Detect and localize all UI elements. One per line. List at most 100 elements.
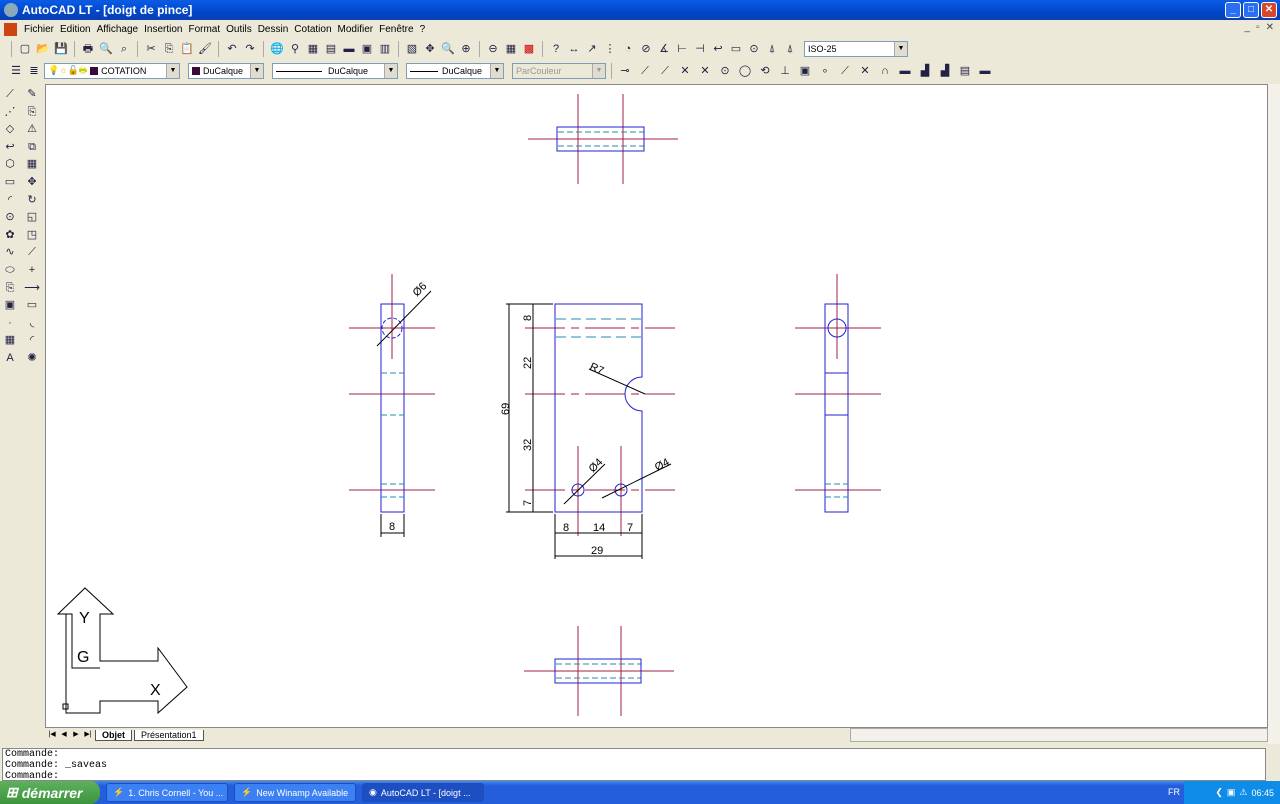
layer-icon[interactable]: ▬ bbox=[341, 41, 357, 57]
dim-baseline-icon[interactable]: ∡ bbox=[656, 41, 672, 57]
palette-icon[interactable]: ▦ bbox=[503, 41, 519, 57]
none-icon[interactable]: ✕ bbox=[857, 63, 873, 79]
qdim-icon[interactable]: ▬ bbox=[897, 63, 913, 79]
menu-fichier[interactable]: Fichier bbox=[21, 24, 57, 35]
dim-diameter-icon[interactable]: ◔ bbox=[620, 41, 636, 57]
doc-minimize-button[interactable]: _ bbox=[1245, 22, 1251, 33]
start-button[interactable]: ⊞ démarrer bbox=[0, 781, 100, 804]
menu-affichage[interactable]: Affichage bbox=[94, 24, 142, 35]
pan-icon[interactable]: ▧ bbox=[404, 41, 420, 57]
osnap-settings-icon[interactable]: ∩ bbox=[877, 63, 893, 79]
block-icon[interactable]: ▦ bbox=[305, 41, 321, 57]
task-winamp-song[interactable]: ⚡ 1. Chris Cornell - You ... bbox=[106, 783, 228, 802]
snap-from-icon[interactable]: ⊸ bbox=[617, 63, 633, 79]
paste-icon[interactable]: 📋 bbox=[179, 41, 195, 57]
arc-icon[interactable]: ▭ bbox=[2, 174, 18, 190]
array-icon[interactable]: ▦ bbox=[24, 156, 40, 172]
design-center-icon[interactable]: ▥ bbox=[377, 41, 393, 57]
zoom-prev-icon[interactable]: ⊕ bbox=[458, 41, 474, 57]
quadrant-icon[interactable]: ◯ bbox=[737, 63, 753, 79]
fillet2-icon[interactable]: ◜ bbox=[24, 332, 40, 348]
tangent-icon[interactable]: ⟲ bbox=[757, 63, 773, 79]
doc-restore-button[interactable]: ▫ bbox=[1256, 22, 1260, 33]
undo-icon[interactable]: ↶ bbox=[224, 41, 240, 57]
coord-icon[interactable]: ▬ bbox=[977, 63, 993, 79]
mirror-icon[interactable]: ⚠ bbox=[24, 121, 40, 137]
open-icon[interactable]: 📂 bbox=[35, 41, 51, 57]
close-button[interactable]: ✕ bbox=[1261, 2, 1277, 18]
hatch-icon[interactable]: · bbox=[2, 315, 18, 331]
last-tab-button[interactable]: ▶| bbox=[83, 730, 93, 740]
doc-close-button[interactable]: ✕ bbox=[1266, 22, 1274, 33]
nearest-icon[interactable]: ⟋ bbox=[837, 63, 853, 79]
dimstyle-select[interactable]: ISO-25 ▼ bbox=[804, 41, 908, 57]
spline-icon[interactable]: ✿ bbox=[2, 227, 18, 243]
chamfer-icon[interactable]: ▭ bbox=[24, 297, 40, 313]
menu-edition[interactable]: Edition bbox=[57, 24, 94, 35]
polyline-icon[interactable]: ◇ bbox=[2, 121, 18, 137]
rotate-icon[interactable]: ↻ bbox=[24, 192, 40, 208]
menu-outils[interactable]: Outils bbox=[223, 24, 255, 35]
menu-help[interactable]: ? bbox=[417, 24, 429, 35]
maximize-button[interactable]: □ bbox=[1243, 2, 1259, 18]
tolerance-icon[interactable]: ↩ bbox=[710, 41, 726, 57]
dim-ordinate-icon[interactable]: ↗ bbox=[584, 41, 600, 57]
node-icon[interactable]: ∘ bbox=[817, 63, 833, 79]
revcloud-icon[interactable]: ⊙ bbox=[2, 209, 18, 225]
color-select[interactable]: DuCalque ▼ bbox=[188, 63, 264, 79]
tray-expand-icon[interactable]: ❮ bbox=[1215, 787, 1223, 798]
new-icon[interactable]: ▢ bbox=[17, 41, 33, 57]
insert-icon[interactable]: ▣ bbox=[797, 63, 813, 79]
copy-icon[interactable]: ⎘ bbox=[24, 104, 40, 120]
dim-edit-icon[interactable]: ⊙ bbox=[746, 41, 762, 57]
apparent-intersection-icon[interactable]: ✕ bbox=[697, 63, 713, 79]
prev-tab-button[interactable]: ◀ bbox=[59, 730, 69, 740]
menu-fenetre[interactable]: Fenêtre bbox=[376, 24, 416, 35]
center-icon[interactable]: ⊙ bbox=[717, 63, 733, 79]
security-alert-icon[interactable]: ⚠ bbox=[1239, 787, 1247, 798]
move-icon[interactable]: ✥ bbox=[24, 174, 40, 190]
perpendicular-icon[interactable]: ⊥ bbox=[777, 63, 793, 79]
linetype-select[interactable]: DuCalque ▼ bbox=[272, 63, 398, 79]
center-mark-icon[interactable]: ▭ bbox=[728, 41, 744, 57]
redo-icon[interactable]: ↷ bbox=[242, 41, 258, 57]
publish-icon[interactable]: ⌕ bbox=[116, 41, 132, 57]
dim-radius-icon[interactable]: ⋮ bbox=[602, 41, 618, 57]
network-icon[interactable]: ▣ bbox=[1227, 787, 1236, 798]
circle-icon[interactable]: ◜ bbox=[2, 192, 18, 208]
dim-style-icon[interactable]: ▟ bbox=[937, 63, 953, 79]
menu-insertion[interactable]: Insertion bbox=[141, 24, 185, 35]
properties-icon[interactable]: ▣ bbox=[359, 41, 375, 57]
layer-select[interactable]: 💡☼🔓🖶 COTATION ▼ bbox=[44, 63, 180, 79]
fillet-icon[interactable]: ◟ bbox=[24, 315, 40, 331]
layer-manager-icon[interactable]: ☰ bbox=[8, 63, 24, 79]
dim-text-edit-icon[interactable]: ⍋ bbox=[764, 41, 780, 57]
ellipse-icon[interactable]: ∿ bbox=[2, 244, 18, 260]
minimize-button[interactable]: _ bbox=[1225, 2, 1241, 18]
tab-presentation1[interactable]: Présentation1 bbox=[134, 729, 204, 741]
horizontal-scrollbar[interactable] bbox=[850, 728, 1268, 742]
task-winamp-update[interactable]: ⚡ New Winamp Available bbox=[234, 783, 356, 802]
hatch-icon[interactable]: ▤ bbox=[323, 41, 339, 57]
insert-block-icon[interactable]: ⬭ bbox=[2, 262, 18, 278]
snap-icon[interactable]: ⚲ bbox=[287, 41, 303, 57]
rectangle-icon[interactable]: ⬡ bbox=[2, 156, 18, 172]
extend-icon[interactable]: + bbox=[24, 262, 40, 278]
explode-icon[interactable]: ✺ bbox=[24, 350, 40, 366]
dim-aligned-icon[interactable]: ↔ bbox=[566, 41, 582, 57]
globe-icon[interactable]: 🌐 bbox=[269, 41, 285, 57]
text-icon[interactable]: A bbox=[2, 350, 18, 366]
cut-icon[interactable]: ✂ bbox=[143, 41, 159, 57]
menu-modifier[interactable]: Modifier bbox=[335, 24, 377, 35]
language-indicator[interactable]: FR bbox=[1168, 787, 1180, 797]
task-autocad[interactable]: ◉ AutoCAD LT - [doigt ... bbox=[362, 783, 484, 802]
copy-icon[interactable]: ⎘ bbox=[161, 41, 177, 57]
command-window[interactable]: Commande: Commande: _saveas Commande: bbox=[2, 748, 1266, 782]
xline-icon[interactable]: ⋰ bbox=[2, 104, 18, 120]
midpoint-icon[interactable]: ⟋ bbox=[657, 63, 673, 79]
stretch-icon[interactable]: ◳ bbox=[24, 227, 40, 243]
preview-icon[interactable]: 🔍 bbox=[98, 41, 114, 57]
polygon-icon[interactable]: ↩ bbox=[2, 139, 18, 155]
leader-icon[interactable]: ⊣ bbox=[692, 41, 708, 57]
print-icon[interactable]: 🖶 bbox=[80, 41, 96, 57]
